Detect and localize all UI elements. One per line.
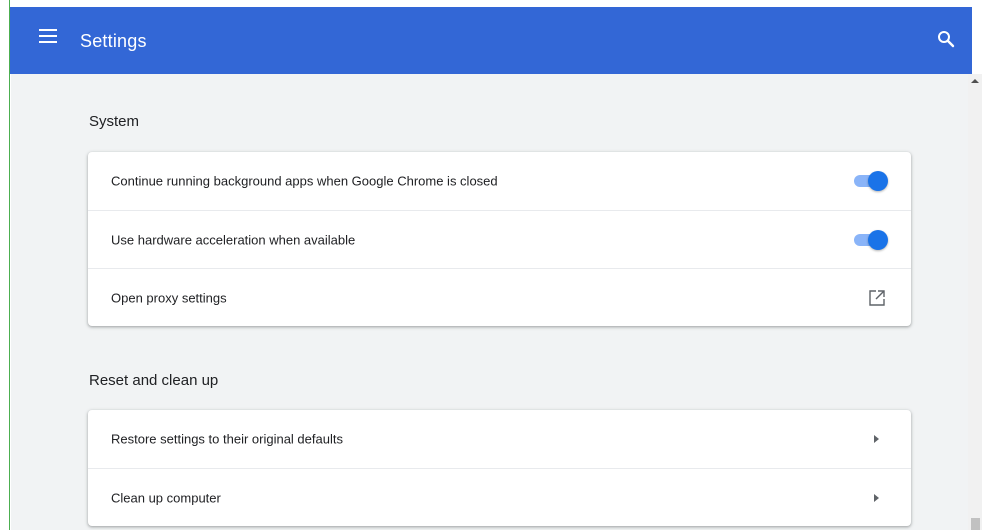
background-apps-label: Continue running background apps when Go… xyxy=(111,173,498,189)
toggle-knob xyxy=(868,171,888,191)
clean-up-computer-row[interactable]: Clean up computer xyxy=(88,468,911,526)
settings-content[interactable]: System Continue running background apps … xyxy=(11,74,968,530)
hardware-acceleration-toggle[interactable] xyxy=(852,229,888,250)
top-toolbar: Settings xyxy=(10,7,972,74)
scroll-thumb[interactable] xyxy=(971,518,980,530)
hardware-acceleration-label: Use hardware acceleration when available xyxy=(111,232,356,247)
hamburger-menu-icon[interactable] xyxy=(39,29,57,43)
background-apps-row[interactable]: Continue running background apps when Go… xyxy=(88,152,911,210)
chevron-right-icon xyxy=(874,435,879,443)
background-apps-toggle[interactable] xyxy=(852,171,888,191)
section-title-system: System xyxy=(89,113,140,130)
vertical-scrollbar[interactable] xyxy=(968,74,982,530)
section-title-reset: Reset and clean up xyxy=(89,372,219,389)
restore-defaults-row[interactable]: Restore settings to their original defau… xyxy=(88,410,911,468)
clean-up-computer-label: Clean up computer xyxy=(111,490,221,505)
window-left-border xyxy=(0,0,10,530)
search-icon[interactable] xyxy=(934,27,958,51)
chevron-right-icon xyxy=(874,493,879,502)
page-title: Settings xyxy=(80,31,147,51)
reset-card: Restore settings to their original defau… xyxy=(88,410,911,526)
restore-defaults-label: Restore settings to their original defau… xyxy=(111,431,343,447)
scroll-up-arrow-icon[interactable] xyxy=(971,79,979,83)
toggle-knob xyxy=(868,229,888,250)
proxy-settings-label: Open proxy settings xyxy=(111,290,227,305)
proxy-settings-row[interactable]: Open proxy settings xyxy=(88,268,911,326)
external-link-icon[interactable] xyxy=(868,289,886,307)
system-card: Continue running background apps when Go… xyxy=(88,152,911,326)
hardware-acceleration-row[interactable]: Use hardware acceleration when available xyxy=(88,210,911,268)
